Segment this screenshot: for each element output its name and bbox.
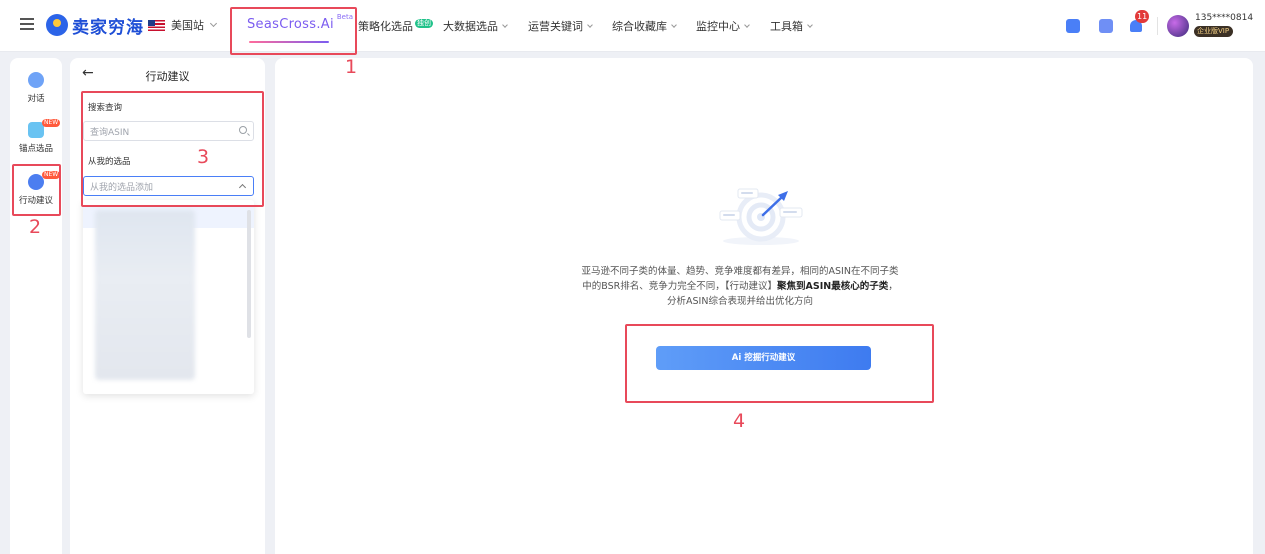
user-name[interactable]: 135****0814 bbox=[1195, 13, 1253, 23]
chat-bot-icon bbox=[28, 72, 44, 88]
rail-item-anchor-selection-label: 锚点选品 bbox=[18, 144, 53, 154]
rail-item-chat[interactable]: 对话 bbox=[10, 72, 62, 104]
nav-collection-label: 综合收藏库 bbox=[612, 20, 667, 33]
description-line-2-prefix: 中的BSR排名、竞争力完全不同，【行动建议】 bbox=[582, 281, 778, 292]
annotation-number-4: 4 bbox=[733, 410, 746, 432]
nav-big-data-selection-label: 大数据选品 bbox=[443, 20, 498, 33]
nav-strategy-selection-label: 策略化选品 bbox=[358, 20, 413, 33]
original-badge: 独创 bbox=[415, 18, 433, 28]
nav-toolbox-label: 工具箱 bbox=[770, 20, 803, 33]
target-dart-illustration-icon bbox=[719, 188, 803, 245]
description-line-3: 分析ASIN综合表现并给出优化方向 bbox=[667, 296, 813, 307]
description-line-2-suffix: ， bbox=[888, 281, 898, 292]
chevron-down-icon bbox=[671, 21, 677, 28]
chevron-down-icon bbox=[502, 21, 508, 28]
brand-name: 卖家穷海 bbox=[72, 17, 144, 38]
annotation-box-1 bbox=[230, 7, 357, 55]
annotation-box-2 bbox=[12, 164, 61, 216]
main-content: 亚马逊不同子类的体量、趋势、竞争难度都有差异，相同的ASIN在不同子类 中的BS… bbox=[275, 58, 1253, 554]
notification-count-badge: 11 bbox=[1135, 10, 1150, 23]
chevron-down-icon bbox=[807, 21, 813, 28]
avatar[interactable] bbox=[1167, 15, 1189, 37]
nav-toolbox[interactable]: 工具箱 bbox=[770, 18, 813, 34]
description-line-1: 亚马逊不同子类的体量、趋势、竞争难度都有差异，相同的ASIN在不同子类 bbox=[581, 266, 899, 277]
chevron-down-icon bbox=[744, 21, 750, 28]
nav-strategy-selection[interactable]: 策略化选品 独创 bbox=[358, 18, 433, 34]
hamburger-menu-icon[interactable] bbox=[20, 18, 34, 30]
book-icon[interactable] bbox=[1099, 19, 1113, 33]
my-selection-dropdown[interactable] bbox=[83, 200, 254, 394]
annotation-box-3 bbox=[81, 91, 264, 207]
us-flag-icon bbox=[148, 19, 165, 31]
divider bbox=[1157, 17, 1158, 35]
top-navigation-bar: 卖家穷海 美国站 SeasCross.Ai Beta 策略化选品 独创 大数据选… bbox=[0, 0, 1265, 52]
nav-operation-keywords-label: 运营关键词 bbox=[528, 20, 583, 33]
nav-monitoring-label: 监控中心 bbox=[696, 20, 740, 33]
nav-big-data-selection[interactable]: 大数据选品 bbox=[443, 18, 508, 34]
annotation-box-4 bbox=[625, 324, 934, 403]
annotation-number-1: 1 bbox=[345, 56, 358, 78]
chevron-down-icon bbox=[587, 21, 593, 28]
brand-logo[interactable]: 卖家穷海 bbox=[46, 12, 144, 38]
feature-rail: 对话 NEW 锚点选品 NEW 行动建议 bbox=[10, 58, 62, 554]
rail-item-anchor-selection[interactable]: NEW 锚点选品 bbox=[10, 119, 62, 154]
nav-collection[interactable]: 综合收藏库 bbox=[612, 18, 677, 34]
description-line-2: 中的BSR排名、竞争力完全不同，【行动建议】聚焦到ASIN最核心的子类， bbox=[275, 279, 1205, 294]
vip-badge: 企业版VIP bbox=[1194, 26, 1234, 37]
new-badge: NEW bbox=[42, 119, 61, 127]
description-line-2-bold: 聚焦到ASIN最核心的子类 bbox=[777, 281, 889, 292]
marketplace-selector[interactable]: 美国站 bbox=[148, 17, 218, 33]
annotation-number-3: 3 bbox=[197, 146, 210, 168]
edit-note-icon[interactable] bbox=[1066, 19, 1080, 33]
dropdown-scrollbar[interactable] bbox=[247, 210, 251, 338]
chevron-down-icon bbox=[209, 19, 218, 28]
nav-operation-keywords[interactable]: 运营关键词 bbox=[528, 18, 593, 34]
annotation-number-2: 2 bbox=[29, 216, 42, 238]
nav-monitoring[interactable]: 监控中心 bbox=[696, 18, 750, 34]
brand-mark-icon bbox=[46, 14, 68, 36]
panel-title: 行动建议 bbox=[145, 70, 190, 83]
marketplace-label: 美国站 bbox=[171, 19, 204, 32]
rail-item-chat-label: 对话 bbox=[27, 94, 45, 104]
blurred-options bbox=[95, 210, 195, 380]
